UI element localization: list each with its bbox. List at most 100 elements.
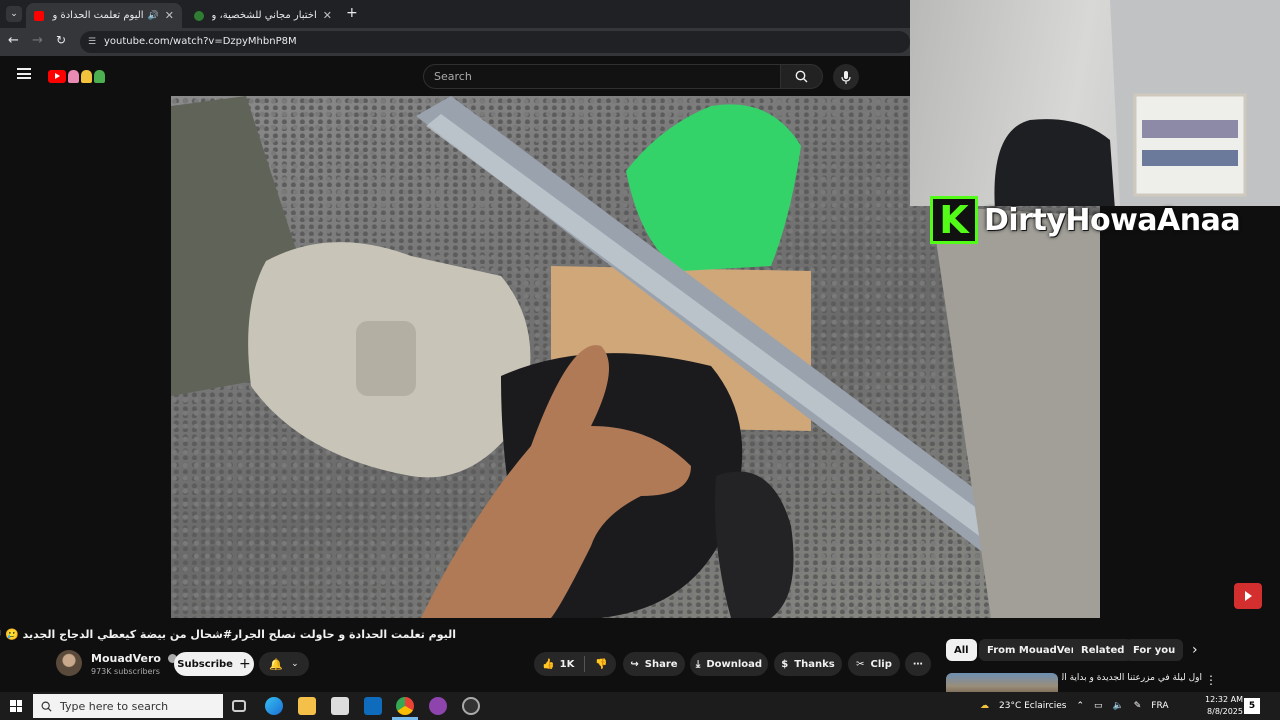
chip-all[interactable]: All [946, 639, 977, 661]
like-button[interactable]: 👍 1K [542, 659, 574, 670]
download-label: Download [706, 658, 763, 670]
share-label: Share [644, 658, 678, 670]
microphone-icon [841, 70, 851, 84]
streamer-name: DirtyHowaAnaa [984, 202, 1241, 238]
volume-icon[interactable]: 🔈 [1113, 701, 1124, 711]
like-dislike-group: 👍 1K 👎 [534, 652, 616, 676]
clock-time: 12:32 AM [1205, 695, 1243, 704]
app-icon[interactable] [462, 697, 480, 715]
back-icon[interactable]: ← [8, 33, 19, 48]
tab-youtube-video[interactable]: اليوم تعلمت الحدادة و حاولت 🔊 ✕ [26, 3, 182, 28]
address-bar[interactable]: ☰ youtube.com/watch?v=DzpyMhbnP8M [80, 31, 910, 53]
thanks-label: Thanks [794, 658, 835, 670]
task-view-icon[interactable] [232, 700, 246, 712]
chrome-icon[interactable] [396, 697, 414, 715]
tab-title: اليوم تعلمت الحدادة و حاولت [52, 10, 144, 21]
clip-button[interactable]: ✂ Clip [848, 652, 900, 676]
channel-name[interactable]: MouadVero [91, 652, 177, 665]
channel-avatar[interactable] [56, 650, 82, 676]
subscribe-label: Subscribe [177, 658, 233, 670]
speaker-icon[interactable]: 🔊 [148, 11, 159, 21]
more-icon: ⋯ [913, 658, 923, 670]
share-button[interactable]: ↪ Share [623, 652, 685, 676]
tab-search-button[interactable]: ⌄ [6, 6, 22, 22]
outlook-icon[interactable] [364, 697, 382, 715]
windows-taskbar: Type here to search ☁ 23°C Eclaircies ⌃ … [0, 692, 1280, 720]
plus-icon: + [238, 656, 251, 672]
doodle-figure-icon [81, 69, 92, 83]
reload-icon[interactable]: ↻ [56, 33, 66, 47]
scissors-icon: ✂ [856, 658, 865, 670]
recommendation-title[interactable]: أول ليلة في مزرعتنا الجديدة و بداية الرح… [1062, 673, 1202, 683]
taskbar-search-placeholder: Type here to search [60, 699, 169, 713]
channel-name-text: MouadVero [91, 652, 161, 665]
new-tab-button[interactable]: + [346, 5, 358, 21]
divider [584, 656, 586, 672]
search-input[interactable]: Search [423, 64, 781, 89]
share-icon: ↪ [630, 658, 639, 670]
download-button[interactable]: ⤓ Download [690, 652, 768, 676]
store-icon[interactable] [331, 697, 349, 715]
thumbs-up-icon: 👍 [542, 658, 555, 670]
recommendation-menu-icon[interactable]: ⋮ [1205, 673, 1217, 687]
chip-for-you[interactable]: For you [1125, 639, 1184, 661]
url-text: youtube.com/watch?v=DzpyMhbnP8M [104, 36, 297, 47]
search-button[interactable] [780, 64, 823, 89]
chevron-up-icon[interactable]: ⌃ [1076, 701, 1084, 711]
youtube-subscribe-watermark-icon[interactable] [1234, 583, 1262, 609]
browser-toolbar: ← → ↻ ☰ youtube.com/watch?v=DzpyMhbnP8M [0, 28, 910, 56]
chip-related[interactable]: Related [1073, 639, 1133, 661]
browser-tab-strip: ⌄ اليوم تعلمت الحدادة و حاولت 🔊 ✕ اختبار… [0, 0, 910, 28]
thumbs-down-icon: 👎 [595, 658, 608, 670]
like-count: 1K [559, 658, 575, 670]
thanks-button[interactable]: $ Thanks [774, 652, 842, 676]
weather-icon[interactable]: ☁ [980, 701, 989, 711]
voice-search-button[interactable] [833, 64, 859, 90]
clock[interactable]: 12:32 AM 8/8/2025 [1205, 694, 1243, 718]
youtube-header: Search [0, 56, 910, 96]
clip-label: Clip [870, 658, 892, 670]
pen-icon[interactable]: ✎ [1134, 701, 1142, 711]
doodle-figure-icon [94, 69, 105, 83]
thanks-icon: $ [781, 658, 789, 670]
notification-badge-icon[interactable]: 5 [1244, 698, 1260, 714]
system-tray: ☁ 23°C Eclaircies ⌃ ▭ 🔈 ✎ FRA [980, 692, 1169, 720]
kick-logo-icon: K [930, 196, 978, 244]
forward-icon[interactable]: → [32, 33, 43, 48]
windows-start-icon[interactable] [10, 700, 22, 712]
clock-date: 8/8/2025 [1207, 707, 1243, 716]
chevron-right-icon[interactable]: › [1192, 642, 1198, 658]
site-info-icon[interactable]: ☰ [88, 31, 96, 53]
menu-icon[interactable] [17, 68, 31, 79]
taskbar-search-input[interactable]: Type here to search [33, 694, 223, 718]
network-icon[interactable]: ▭ [1094, 701, 1103, 711]
site-favicon-icon [194, 10, 204, 21]
search-icon [41, 701, 52, 712]
file-explorer-icon[interactable] [298, 697, 316, 715]
youtube-favicon-icon [34, 10, 44, 21]
subscribe-button[interactable]: Subscribe + [174, 652, 254, 676]
subscriber-count: 973K subscribers [91, 667, 160, 676]
search-icon [795, 70, 808, 83]
purple-app-icon[interactable] [429, 697, 447, 715]
youtube-logo[interactable] [48, 69, 108, 83]
tab-personality-test[interactable]: اختبار مجاني للشخصية، وأوصاف ✕ [186, 3, 340, 28]
bell-icon: 🔔 [269, 657, 284, 671]
close-tab-icon[interactable]: ✕ [165, 9, 174, 22]
streamer-banner: K DirtyHowaAnaa [930, 196, 1241, 244]
webcam-room-image [994, 0, 1280, 206]
weather-text[interactable]: 23°C Eclaircies [999, 701, 1066, 711]
chevron-down-icon: ⌄ [291, 659, 299, 669]
webcam-overlay [910, 0, 1280, 206]
edge-icon[interactable] [265, 697, 283, 715]
close-tab-icon[interactable]: ✕ [323, 9, 332, 22]
youtube-play-icon [48, 69, 66, 83]
video-title: اليوم تعلمت الحدادة و حاولت نصلح الجرار#… [0, 628, 456, 641]
dislike-button[interactable]: 👎 [595, 659, 607, 670]
download-icon: ⤓ [695, 658, 701, 670]
language-indicator[interactable]: FRA [1151, 701, 1168, 711]
doodle-figure-icon [68, 69, 79, 83]
notifications-button[interactable]: 🔔 ⌄ [259, 652, 309, 676]
kick-letter: K [939, 198, 969, 242]
more-actions-button[interactable]: ⋯ [905, 652, 931, 676]
